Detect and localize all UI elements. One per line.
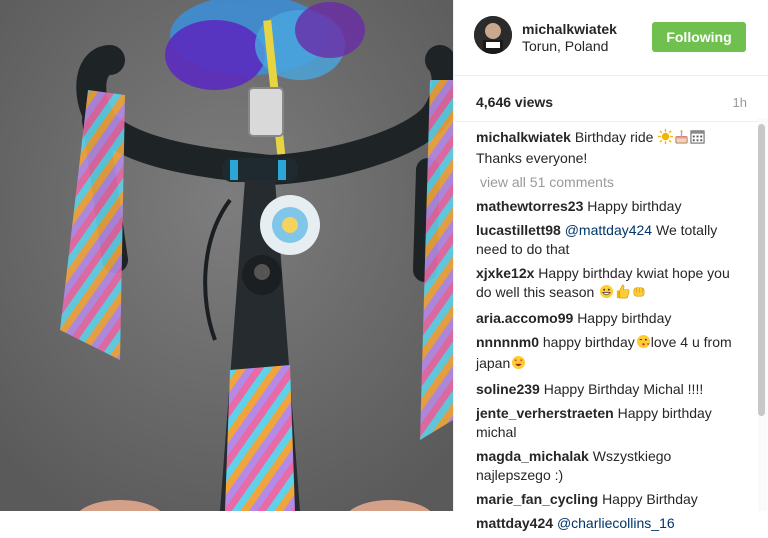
location-link[interactable]: Torun, Poland bbox=[522, 38, 608, 54]
comment-item: aria.accomo99 Happy birthday bbox=[476, 309, 748, 328]
post-video[interactable] bbox=[0, 0, 453, 511]
comment-item: xjxke12x Happy birthday kwiat hope you d… bbox=[476, 264, 748, 304]
face-blowing-kiss-icon bbox=[636, 334, 651, 354]
comment-item: marie_fan_cycling Happy Birthday bbox=[476, 490, 748, 509]
following-button[interactable]: Following bbox=[652, 22, 746, 52]
comment-mention[interactable]: @charliecollins_16 bbox=[557, 515, 675, 531]
view-all-comments-link[interactable]: view all 51 comments bbox=[480, 173, 748, 192]
timestamp[interactable]: 1h bbox=[733, 95, 747, 110]
post-stats: 4,646 views 1h bbox=[454, 76, 768, 122]
comments-scrollbar-thumb[interactable] bbox=[758, 124, 765, 416]
comment-item: soline239 Happy Birthday Michal !!!! bbox=[476, 380, 748, 399]
thumbs-up-icon bbox=[615, 284, 630, 304]
comment-text: Happy birthday bbox=[577, 310, 672, 326]
comment-username[interactable]: magda_michalak bbox=[476, 448, 589, 464]
comment-item: jente_verherstraeten Happy birthday mich… bbox=[476, 404, 748, 442]
comment-username[interactable]: marie_fan_cycling bbox=[476, 491, 598, 507]
comment-username[interactable]: soline239 bbox=[476, 381, 540, 397]
comment-text: Happy birthday bbox=[587, 198, 682, 214]
comment-item: lucastillett98 @mattday424 We totally ne… bbox=[476, 221, 748, 259]
comment-text: Happy Birthday Michal !!!! bbox=[543, 381, 704, 397]
comment-username[interactable]: nnnnnm0 bbox=[476, 334, 539, 350]
comment-username[interactable]: mathewtorres23 bbox=[476, 198, 583, 214]
caption: michalkwiatek Birthday ride Thanks every… bbox=[476, 128, 748, 168]
comment-username[interactable]: xjxke12x bbox=[476, 265, 534, 281]
grinning-face-icon bbox=[599, 284, 614, 304]
comment-username[interactable]: mattday424 bbox=[476, 515, 553, 531]
comment-item: magda_michalak Wszystkiego najlepszego :… bbox=[476, 447, 748, 485]
calendar-icon bbox=[690, 129, 705, 149]
caption-text: Birthday ride bbox=[574, 129, 654, 145]
comment-username[interactable]: jente_verherstraeten bbox=[476, 405, 614, 421]
comment-item: mattday424 @charliecollins_16 bbox=[476, 514, 748, 533]
caption-text-line2: Thanks everyone! bbox=[476, 150, 588, 166]
fist-bump-icon bbox=[631, 284, 646, 304]
birthday-cake-icon bbox=[674, 129, 689, 149]
comment-text: happy birthday bbox=[542, 334, 635, 350]
username-link[interactable]: michalkwiatek bbox=[522, 21, 617, 37]
avatar[interactable] bbox=[474, 16, 512, 54]
sun-icon bbox=[658, 129, 674, 149]
bicycle-handlebar-video-frame bbox=[0, 0, 453, 511]
view-count: 4,646 views bbox=[476, 94, 554, 110]
comment-text: Happy Birthday bbox=[602, 491, 698, 507]
comment-item: nnnnnm0 happy birthday love 4 u from jap… bbox=[476, 333, 748, 375]
comment-list: michalkwiatek Birthday ride Thanks every… bbox=[476, 128, 748, 538]
post-details-panel: michalkwiatek Torun, Poland Following 4,… bbox=[453, 0, 768, 531]
comment-mention[interactable]: @mattday424 bbox=[565, 222, 652, 238]
caption-username[interactable]: michalkwiatek bbox=[476, 129, 571, 145]
comment-item: mathewtorres23 Happy birthday bbox=[476, 197, 748, 216]
post-header: michalkwiatek Torun, Poland Following bbox=[454, 0, 768, 76]
heart-eyes-icon bbox=[511, 355, 526, 375]
comment-username[interactable]: aria.accomo99 bbox=[476, 310, 573, 326]
comment-username[interactable]: lucastillett98 bbox=[476, 222, 561, 238]
